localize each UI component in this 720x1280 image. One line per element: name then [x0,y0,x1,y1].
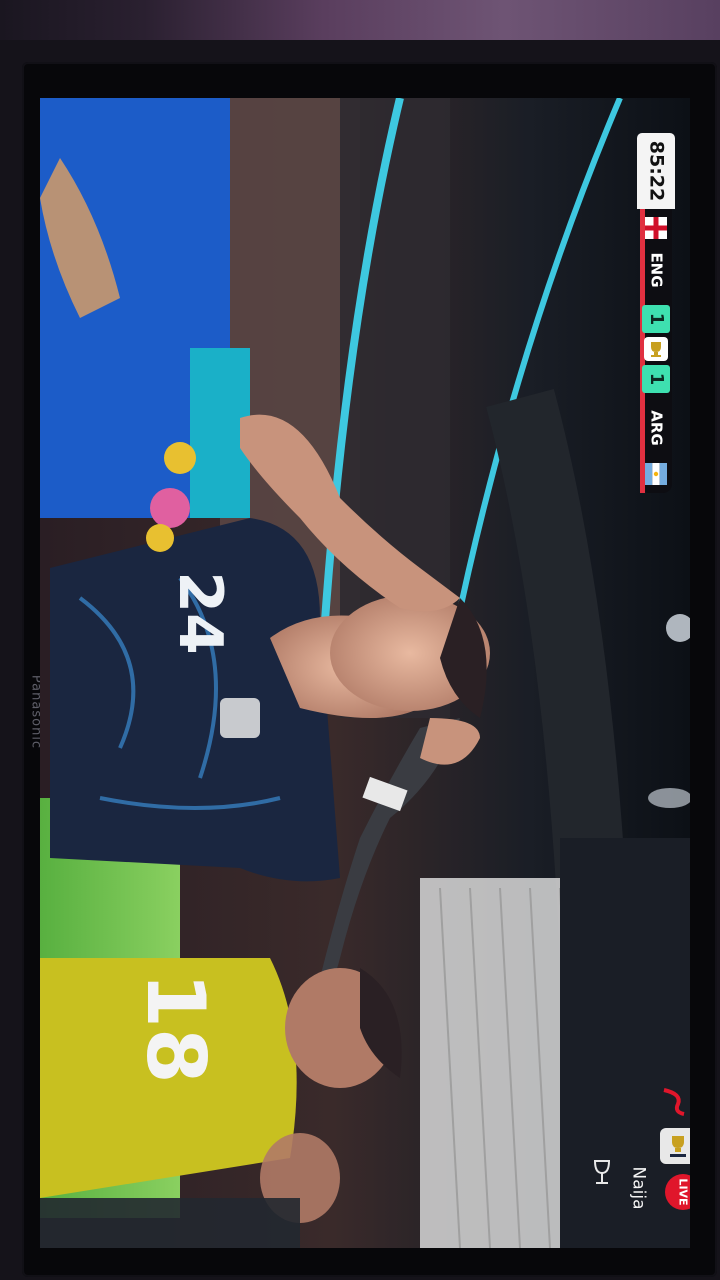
player-number: 24 [165,571,235,655]
match-clock-box: 85:22 [637,133,675,209]
channel-name: Naija [628,1166,649,1210]
argentina-flag-icon [645,463,667,485]
away-score: 1 [646,372,667,386]
tv-screen: 24 18 85:22 ENG 1 1 ARG Naija LIVE [40,98,690,1248]
scorebug: 85:22 ENG 1 1 ARG [637,133,675,493]
wine-glass-icon [593,1160,611,1184]
match-clock: 85:22 [645,140,668,202]
live-label: LIVE [676,1178,690,1206]
channel-logo-icon [663,1088,685,1116]
england-flag-icon [645,217,667,239]
trophy-icon [644,337,668,361]
home-score: 1 [646,312,667,326]
away-team: ARG [647,410,666,446]
home-team: ENG [647,252,666,288]
yellow-player-number: 18 [129,972,222,1084]
room-background [0,0,720,40]
scorebug-bar: ENG 1 1 ARG [640,209,672,493]
tournament-badge-icon [660,1128,690,1164]
